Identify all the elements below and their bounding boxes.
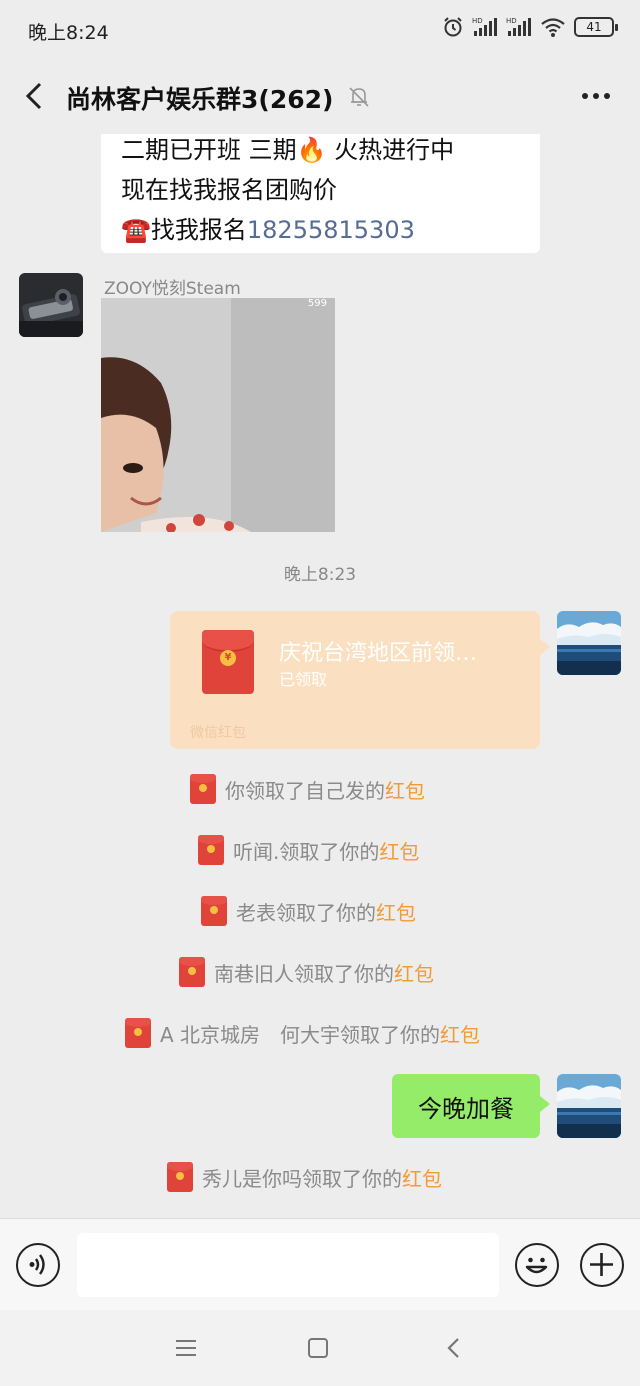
sender-avatar[interactable]: [19, 273, 83, 337]
red-packet-icon: [190, 774, 216, 804]
my-text-message[interactable]: 今晚加餐: [392, 1074, 550, 1138]
red-packet-icon: [167, 1162, 193, 1192]
menu-icon[interactable]: [174, 1338, 198, 1358]
signal-hd-icon: HD: [472, 17, 497, 36]
alarm-icon: [444, 17, 462, 37]
image-badge: 599: [307, 298, 327, 309]
red-packet-icon: [125, 1018, 151, 1048]
system-notice: 老表领取了你的 红包: [201, 896, 416, 926]
red-packet-icon: [201, 896, 227, 926]
my-avatar[interactable]: [557, 1074, 621, 1138]
emoji-button[interactable]: [515, 1243, 559, 1287]
system-notice: 听闻.领取了你的 红包: [198, 835, 419, 865]
my-avatar[interactable]: [557, 611, 621, 675]
chat-title: 尚林客户娱乐群3(262): [66, 85, 334, 114]
home-button[interactable]: [308, 1338, 328, 1358]
red-packet-link[interactable]: 红包: [376, 897, 416, 926]
plus-icon: [590, 1253, 613, 1276]
red-packet-status: 已领取: [279, 670, 328, 689]
input-bar: [0, 1218, 640, 1310]
red-packet-link[interactable]: 红包: [379, 836, 419, 865]
child-photo: [101, 298, 335, 532]
signal-hd-icon-2: HD: [506, 17, 531, 36]
system-notice: 南巷旧人领取了你的 红包: [179, 957, 434, 987]
mute-bell-icon: [349, 87, 369, 107]
red-packet-title: 庆祝台湾地区前领…: [279, 641, 478, 666]
battery-indicator: 41: [574, 17, 618, 37]
red-packet-link[interactable]: 红包: [402, 1163, 442, 1192]
avatar-image: [557, 1074, 621, 1138]
red-packet-link[interactable]: 红包: [385, 775, 425, 804]
more-functions-button[interactable]: [580, 1243, 624, 1287]
system-notice: A 北京城房 何大宇领取了你的 红包: [125, 1018, 480, 1048]
system-notice: 秀儿是你吗领取了你的 红包: [167, 1162, 442, 1192]
dot-icon: [604, 93, 610, 99]
message-line: 现在找我报名团购价: [121, 176, 337, 204]
title-bar: 尚林客户娱乐群3(262): [0, 60, 640, 134]
status-time: 晚上8:24: [28, 22, 109, 44]
sender-name: ZOOY悦刻Steam: [104, 279, 241, 299]
red-packet-link[interactable]: 红包: [394, 958, 434, 987]
red-packet-message[interactable]: ¥ 庆祝台湾地区前领… 已领取 微信红包: [170, 611, 550, 749]
more-options-button[interactable]: [576, 78, 616, 114]
text-message-bubble[interactable]: 二期已开班 三期🔥 火热进行中 现在找我报名团购价 ☎️找我报名18255815…: [101, 134, 540, 253]
system-navigation-bar: [0, 1310, 640, 1386]
red-packet-icon: [179, 957, 205, 987]
avatar-image: [19, 273, 83, 337]
system-notice: 你领取了自己发的 红包: [190, 774, 425, 804]
message-input[interactable]: [77, 1233, 499, 1297]
svg-text:HD: HD: [506, 17, 517, 25]
chevron-left-icon: [25, 82, 42, 110]
back-button[interactable]: [16, 78, 52, 114]
red-packet-icon: [198, 835, 224, 865]
smile-icon: [525, 1257, 548, 1274]
message-line: ☎️找我报名18255815303: [121, 216, 415, 244]
time-separator: 晚上8:23: [283, 565, 357, 585]
phone-link[interactable]: 18255815303: [247, 216, 415, 244]
image-message[interactable]: 599: [101, 298, 335, 532]
nav-back-icon[interactable]: [442, 1336, 466, 1360]
dot-icon: [582, 93, 588, 99]
red-packet-icon: ¥: [202, 630, 254, 694]
dot-icon: [593, 93, 599, 99]
voice-input-button[interactable]: [16, 1243, 60, 1287]
avatar-image: [557, 611, 621, 675]
red-packet-link[interactable]: 红包: [440, 1019, 480, 1048]
voice-icon: [29, 1254, 45, 1275]
red-packet-footer: 微信红包: [190, 725, 246, 741]
chat-message-list[interactable]: 二期已开班 三期🔥 火热进行中 现在找我报名团购价 ☎️找我报名18255815…: [0, 134, 640, 1218]
wifi-icon: [541, 18, 565, 37]
status-bar: 晚上8:24 HD HD 41: [0, 0, 640, 60]
message-line: 二期已开班 三期🔥 火热进行中: [121, 136, 455, 164]
svg-text:HD: HD: [472, 17, 483, 25]
status-icons: HD HD 41: [442, 16, 618, 38]
